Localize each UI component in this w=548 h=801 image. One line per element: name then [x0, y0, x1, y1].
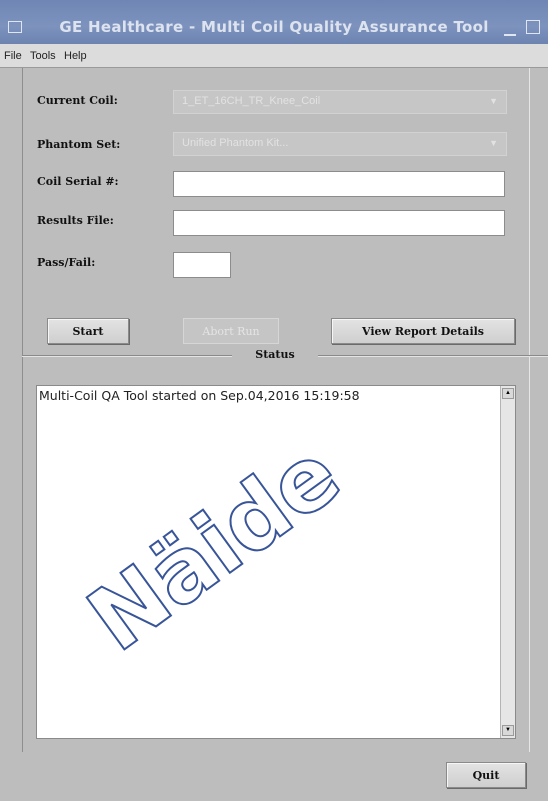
maximize-icon[interactable] — [526, 20, 540, 34]
current-coil-value: 1_ET_16CH_TR_Knee_Coil — [182, 95, 321, 107]
view-report-details-button[interactable]: View Report Details — [331, 318, 515, 344]
results-file-field[interactable] — [173, 210, 505, 236]
scroll-down-icon[interactable]: ▼ — [502, 725, 514, 736]
current-coil-label: Current Coil: — [37, 94, 118, 107]
title-bar[interactable]: GE Healthcare - Multi Coil Quality Assur… — [0, 0, 548, 44]
phantom-set-value: Unified Phantom Kit... — [182, 137, 289, 149]
status-title: Status — [255, 348, 295, 361]
abort-run-button[interactable]: Abort Run — [183, 318, 279, 344]
menu-file[interactable]: File — [4, 50, 22, 62]
scroll-up-icon[interactable]: ▲ — [502, 388, 514, 399]
pass-fail-field — [173, 252, 231, 278]
log-line: Multi-Coil QA Tool started on Sep.04,201… — [39, 388, 360, 403]
status-divider-left — [22, 355, 232, 357]
minimize-icon[interactable] — [504, 20, 516, 36]
pass-fail-label: Pass/Fail: — [37, 256, 96, 269]
chevron-down-icon: ▼ — [489, 96, 498, 106]
coil-serial-label: Coil Serial #: — [37, 175, 119, 188]
scrollbar[interactable]: ▲ ▼ — [500, 386, 515, 738]
start-button[interactable]: Start — [47, 318, 129, 344]
phantom-set-select[interactable]: Unified Phantom Kit... ▼ — [173, 132, 507, 156]
menu-bar: File Tools Help — [0, 44, 548, 68]
window-title: GE Healthcare - Multi Coil Quality Assur… — [59, 18, 489, 36]
status-divider-right — [318, 355, 548, 357]
quit-button[interactable]: Quit — [446, 762, 526, 788]
status-log[interactable]: Multi-Coil QA Tool started on Sep.04,201… — [36, 385, 516, 739]
phantom-set-label: Phantom Set: — [37, 138, 121, 151]
menu-tools[interactable]: Tools — [30, 50, 56, 62]
coil-serial-field[interactable] — [173, 171, 505, 197]
chevron-down-icon: ▼ — [489, 138, 498, 148]
menu-help[interactable]: Help — [64, 50, 87, 62]
current-coil-select[interactable]: 1_ET_16CH_TR_Knee_Coil ▼ — [173, 90, 507, 114]
window-menu-icon[interactable] — [8, 21, 22, 33]
results-file-label: Results File: — [37, 214, 114, 227]
